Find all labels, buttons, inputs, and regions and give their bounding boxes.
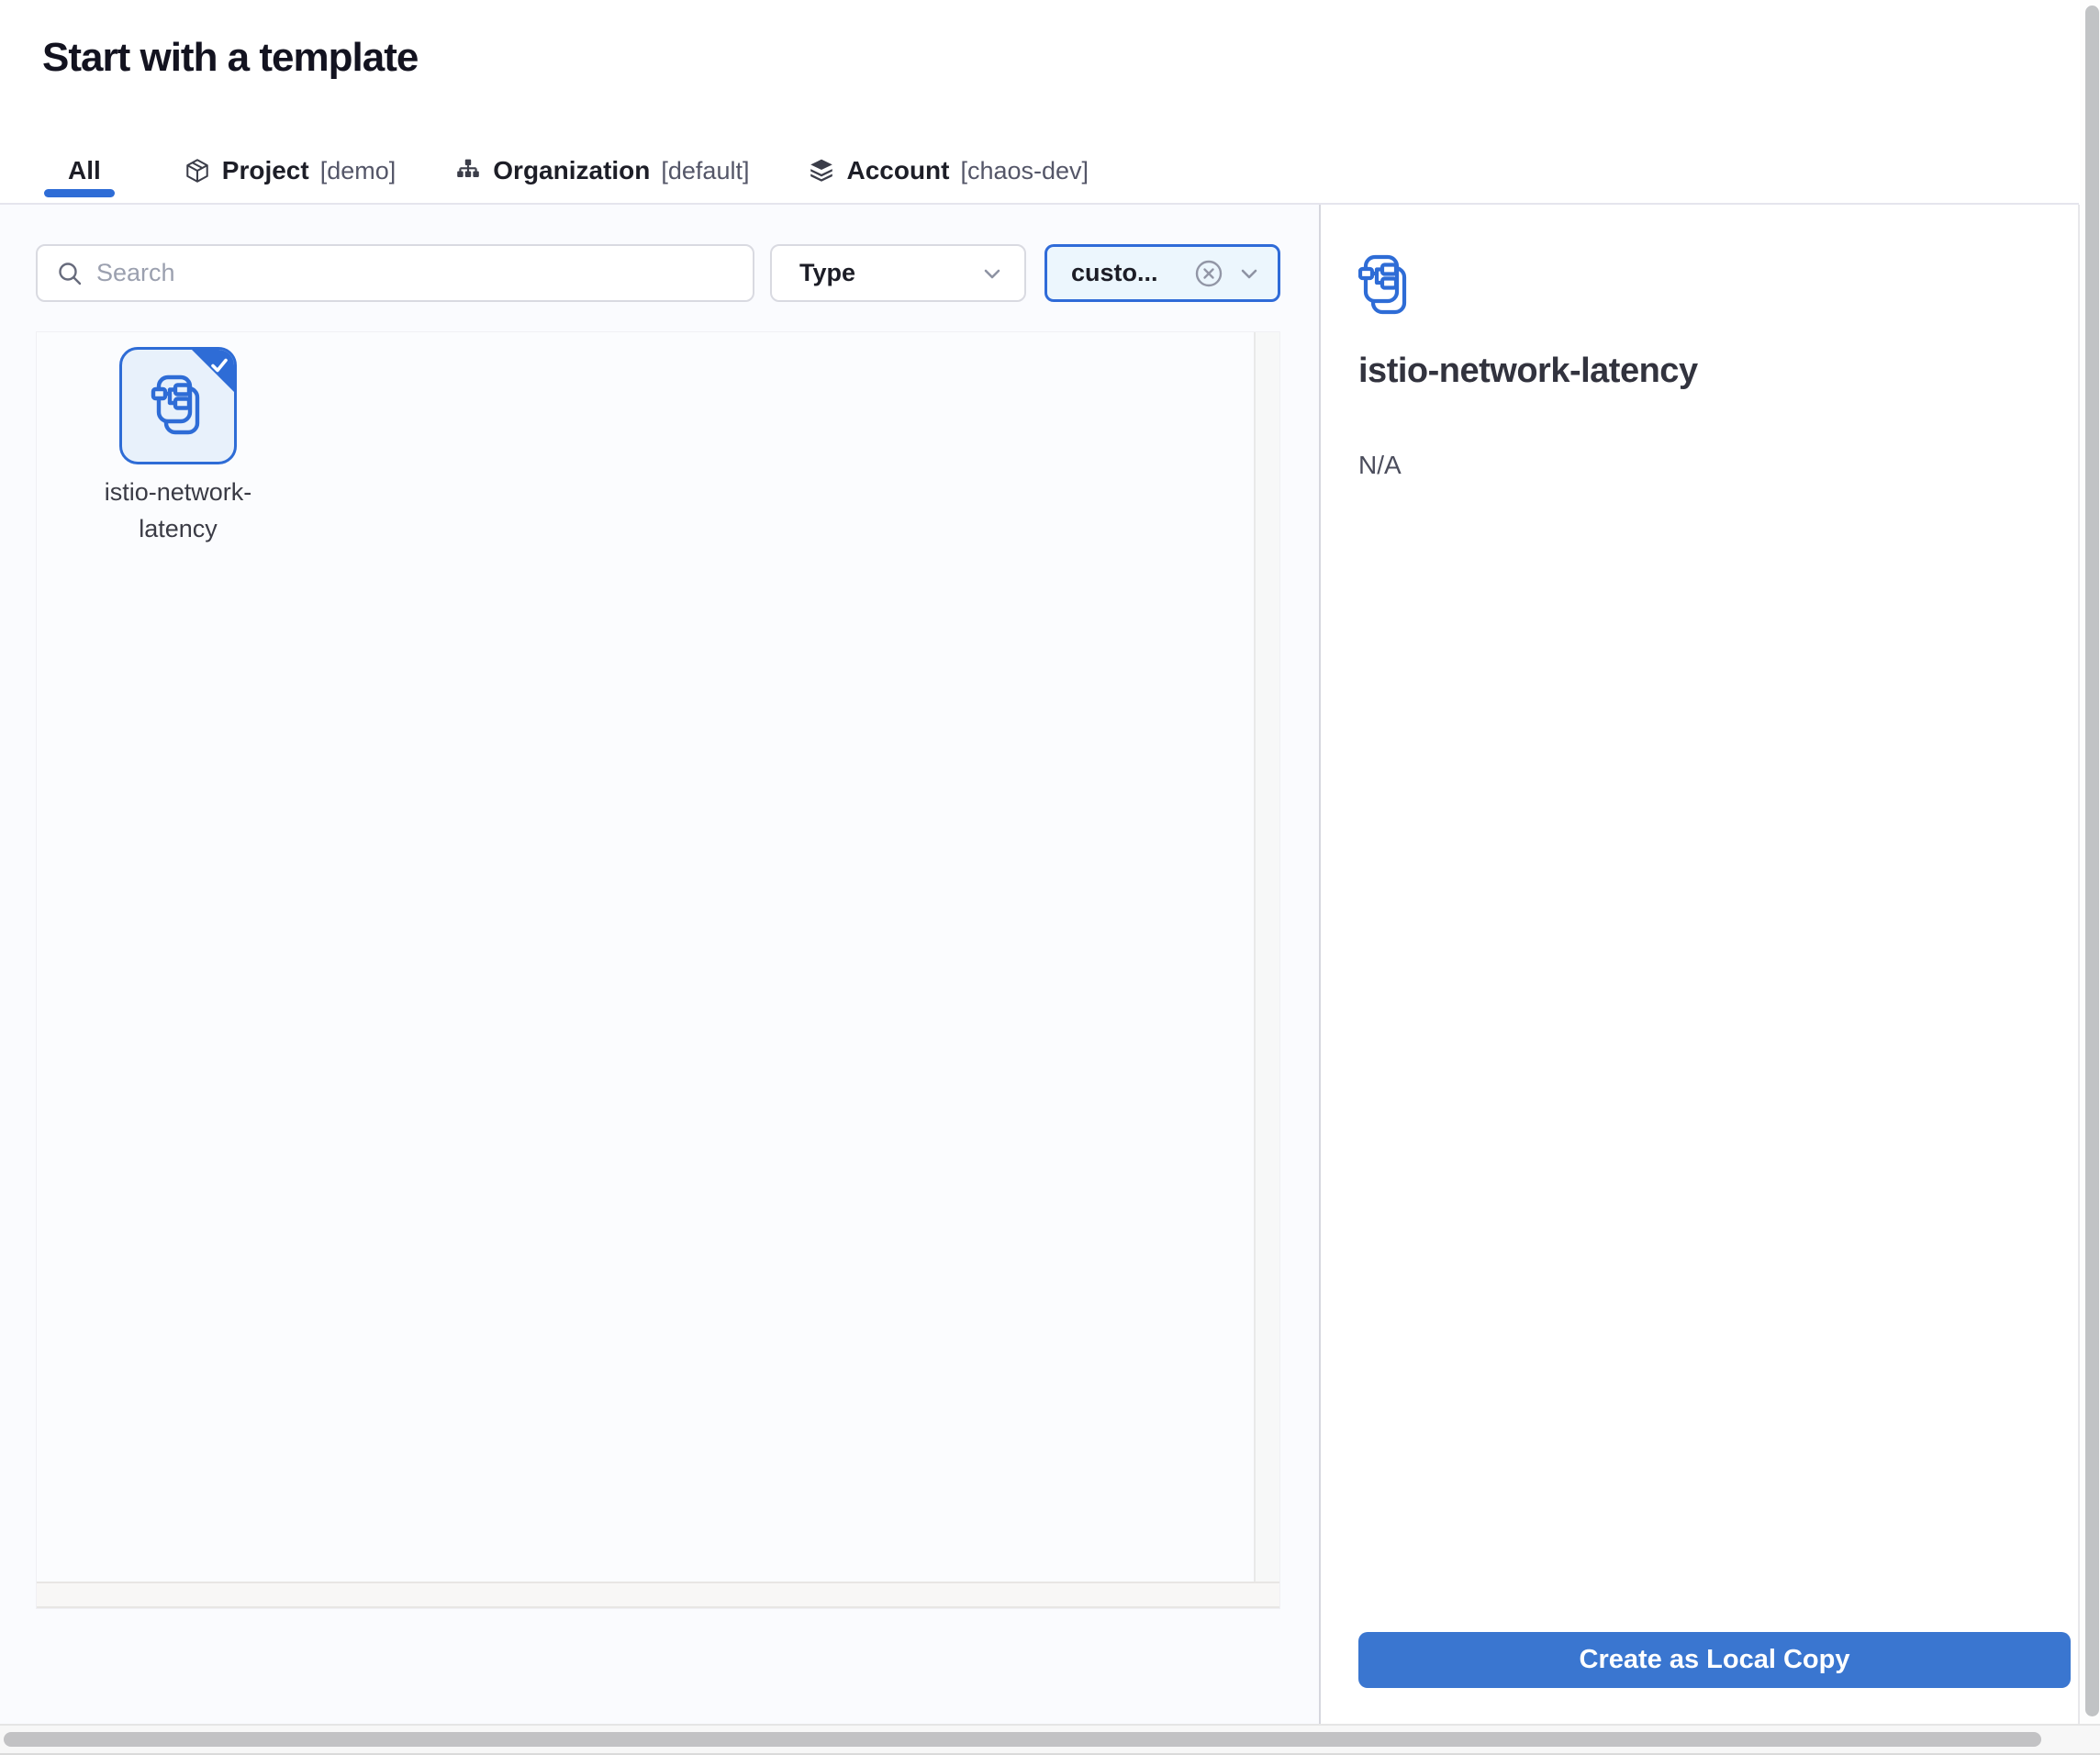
vertical-scrollbar-thumb[interactable]	[2085, 6, 2099, 1716]
search-box	[36, 244, 754, 302]
tab-project[interactable]: Project [demo]	[184, 156, 396, 185]
page-vertical-scrollbar	[2080, 0, 2100, 1724]
tab-all[interactable]: All	[44, 156, 125, 185]
tab-organization[interactable]: Organization [default]	[454, 156, 749, 185]
active-tab-indicator	[44, 189, 115, 197]
template-card-name: istio-network-latency	[68, 474, 288, 547]
page-horizontal-scrollbar	[0, 1724, 2100, 1755]
template-stack-icon	[1358, 251, 1412, 320]
clear-filter-icon[interactable]	[1193, 258, 1224, 289]
template-details-description: N/A	[1358, 451, 1402, 480]
tab-account-label: Account	[846, 156, 949, 185]
tab-project-scope: [demo]	[320, 157, 397, 185]
tab-project-label: Project	[222, 156, 309, 185]
create-as-local-copy-button[interactable]: Create as Local Copy	[1358, 1632, 2071, 1688]
template-details-title: istio-network-latency	[1358, 352, 1698, 391]
template-browser-panel: Type custo...	[0, 205, 1319, 1724]
page-title: Start with a template	[42, 35, 418, 81]
type-filter-dropdown[interactable]: Type	[770, 244, 1026, 302]
tab-all-label: All	[68, 156, 101, 185]
chevron-down-icon	[1237, 262, 1261, 285]
search-icon	[56, 260, 84, 287]
tab-account-scope: [chaos-dev]	[960, 157, 1089, 185]
tab-organization-label: Organization	[493, 156, 650, 185]
organization-hierarchy-icon	[454, 157, 482, 184]
account-layers-icon	[808, 157, 835, 184]
template-details-panel: istio-network-latency N/A Create as Loca…	[1319, 205, 2080, 1724]
scope-tabbar: All Project [demo] Organization [default…	[44, 145, 1089, 196]
search-input[interactable]	[96, 259, 734, 287]
active-filter-label: custo...	[1071, 259, 1193, 287]
tab-organization-scope: [default]	[661, 157, 749, 185]
active-filter-dropdown[interactable]: custo...	[1044, 244, 1280, 302]
template-card-selected[interactable]	[119, 347, 237, 464]
horizontal-scrollbar-thumb[interactable]	[4, 1732, 2041, 1747]
grid-vertical-scrollbar[interactable]	[1254, 332, 1279, 1582]
project-cube-icon	[184, 157, 211, 184]
chevron-down-icon	[980, 262, 1004, 285]
tab-account[interactable]: Account [chaos-dev]	[808, 156, 1089, 185]
check-icon	[208, 354, 230, 376]
template-grid: istio-network-latency	[36, 331, 1280, 1609]
type-filter-label: Type	[799, 259, 980, 287]
grid-horizontal-scrollbar[interactable]	[37, 1582, 1279, 1608]
